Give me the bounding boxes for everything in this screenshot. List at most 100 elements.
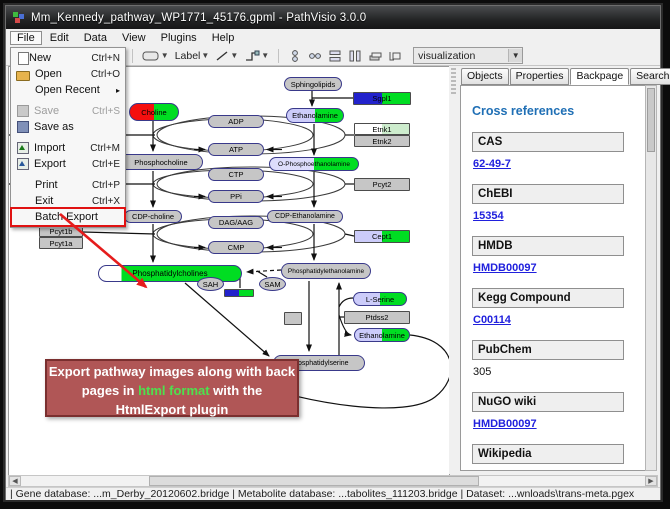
bring-forward-icon	[388, 50, 402, 62]
file-menu-item-new[interactable]: NewCtrl+N	[12, 50, 124, 66]
crossref-value: HMDB00097	[473, 418, 645, 430]
pathway-node-sgpl1[interactable]: Sgpl1	[353, 92, 411, 105]
pathway-node-gene-box[interactable]	[224, 289, 254, 297]
align-center-icon	[288, 49, 302, 63]
pathway-node-cmp[interactable]: CMP	[208, 241, 264, 254]
menu-file[interactable]: File	[10, 31, 42, 45]
submenu-arrow-icon: ▸	[116, 86, 120, 95]
crossref-value: 305	[473, 366, 645, 378]
file-menu-item-import[interactable]: ImportCtrl+M	[12, 140, 124, 156]
send-backward-button[interactable]	[366, 48, 384, 64]
menu-edit[interactable]: Edit	[43, 31, 76, 45]
crossref-link-hmdb00097[interactable]: HMDB00097	[473, 418, 537, 430]
crossref-link-15354[interactable]: 15354	[473, 210, 504, 222]
backpage-panel: Cross references CAS62-49-7ChEBI15354HMD…	[460, 85, 646, 471]
pathway-node-cdp-choline[interactable]: CDP-choline	[124, 210, 182, 223]
menu-view[interactable]: View	[115, 31, 153, 45]
crossref-header-nugo-wiki: NuGO wiki	[472, 392, 624, 412]
pathway-node-ethanolamine[interactable]: Ethanolamine	[354, 328, 410, 342]
file-menu-item-save[interactable]: SaveCtrl+S	[12, 103, 124, 119]
new-label-button[interactable]: Label ▼	[173, 48, 212, 64]
menu-item-label: Open	[35, 68, 85, 80]
menu-plugins[interactable]: Plugins	[154, 31, 204, 45]
tab-search[interactable]: Search	[630, 68, 670, 85]
pathway-node-etnk1[interactable]: Etnk1	[354, 123, 410, 135]
pathway-node-sphingolipids[interactable]: Sphingolipids	[284, 77, 342, 91]
scroll-left-icon[interactable]: ◀	[9, 476, 21, 486]
menu-help[interactable]: Help	[205, 31, 242, 45]
file-menu-item-open[interactable]: Open Ctrl+O	[12, 66, 124, 82]
align-center-button[interactable]	[286, 48, 304, 64]
menu-item-shortcut: Ctrl+O	[91, 69, 120, 80]
panel-splitter[interactable]	[449, 66, 458, 474]
crossref-link-choline[interactable]: Choline	[473, 470, 513, 471]
side-panel-tabs: ObjectsPropertiesBackpageSearchLegend	[458, 66, 658, 85]
file-menu-item-print[interactable]: PrintCtrl+P	[12, 177, 124, 193]
tab-objects[interactable]: Objects	[461, 68, 509, 85]
pathway-node-sah[interactable]: SAH	[197, 277, 224, 291]
scroll-right-icon[interactable]: ▶	[645, 476, 657, 486]
tab-backpage[interactable]: Backpage	[570, 68, 629, 85]
horizontal-scrollbar[interactable]: ◀ ▶	[8, 475, 658, 487]
menu-item-shortcut: Ctrl+E	[92, 159, 120, 170]
pathvisio-window: Mm_Kennedy_pathway_WP1771_45176.gpml - P…	[5, 5, 661, 500]
pathway-node-pcyt2[interactable]: Pcyt2	[354, 178, 410, 191]
pathway-node-cdp-ethanolamine[interactable]: CDP-Ethanolamine	[267, 210, 343, 223]
tab-properties[interactable]: Properties	[510, 68, 570, 85]
pathway-node-ctp[interactable]: CTP	[208, 168, 264, 181]
pathway-node-ptdss2[interactable]: Ptdss2	[344, 311, 410, 324]
crossref-value: 15354	[473, 210, 645, 222]
line-icon	[215, 50, 229, 62]
distribute-vertical-button[interactable]	[326, 48, 344, 64]
pathway-node-ppi[interactable]: PPi	[208, 190, 264, 203]
pathway-node-pcyt1a[interactable]: Pcyt1a	[39, 237, 83, 249]
pathway-node-ethanolamine[interactable]: Ethanolamine	[286, 108, 344, 123]
crossref-value: C00114	[473, 314, 645, 326]
bring-forward-button[interactable]	[386, 48, 404, 64]
crossref-link-hmdb00097[interactable]: HMDB00097	[473, 262, 537, 274]
new-datanode-button[interactable]: ▼	[140, 48, 171, 64]
pathway-node-atp[interactable]: ATP	[208, 143, 264, 156]
app-icon	[12, 11, 25, 24]
save-floppy-icon	[17, 105, 29, 117]
pathway-node-phosphocholine[interactable]: Phosphocholine	[119, 154, 203, 170]
crossref-link-c00114[interactable]: C00114	[473, 314, 511, 326]
distribute-horizontal-button[interactable]	[346, 48, 364, 64]
chevron-down-icon: ▼	[201, 51, 209, 60]
file-menu-item-save-as[interactable]: Save as	[12, 119, 124, 135]
pathway-node-etnk2[interactable]: Etnk2	[354, 135, 410, 147]
sidebar-scrollbar[interactable]	[645, 85, 657, 471]
crossref-header-kegg-compound: Kegg Compound	[472, 288, 624, 308]
crossref-header-chebi: ChEBI	[472, 184, 624, 204]
menu-data[interactable]: Data	[77, 31, 114, 45]
pathway-node-l-serine[interactable]: L-Serine	[353, 292, 407, 306]
pathway-node-choline[interactable]: Choline	[129, 103, 179, 121]
file-menu-item-export[interactable]: ExportCtrl+E	[12, 156, 124, 172]
horizontal-scrollbar-thumb[interactable]	[149, 476, 479, 486]
export-arrow-icon	[17, 158, 29, 170]
pathway-node-cept1[interactable]: Cept1	[354, 230, 410, 243]
menu-item-label: Save	[34, 105, 86, 117]
file-menu-item-open-recent[interactable]: Open Recent▸	[12, 82, 124, 98]
datanode-icon	[142, 50, 160, 62]
crossref-link-62-49-7[interactable]: 62-49-7	[473, 158, 511, 170]
toolbar-separator	[278, 49, 279, 63]
pathway-node-sam[interactable]: SAM	[259, 277, 286, 291]
sidebar-scrollbar-thumb[interactable]	[647, 88, 655, 152]
crossref-value: HMDB00097	[473, 262, 645, 274]
pathway-node-gene-box[interactable]	[284, 312, 302, 325]
file-menu-item-exit[interactable]: ExitCtrl+X	[12, 193, 124, 209]
splitter-grip-icon[interactable]	[451, 68, 456, 94]
pathway-node-o-phosphoethanolamine[interactable]: O-Phosphoethanolamine	[269, 157, 359, 171]
visualization-combobox[interactable]: visualization ▼	[413, 47, 523, 64]
pathway-node-dag-aag[interactable]: DAG/AAG	[208, 216, 264, 229]
align-middle-button[interactable]	[306, 48, 324, 64]
save-as-floppy-icon	[17, 121, 29, 133]
title-bar[interactable]: Mm_Kennedy_pathway_WP1771_45176.gpml - P…	[6, 6, 660, 29]
new-line-button[interactable]: ▼	[213, 48, 240, 64]
pathway-node-phosphatidylethanolamine[interactable]: Phosphatidylethanolamine	[281, 263, 371, 279]
new-connector-button[interactable]: ▼	[242, 48, 271, 64]
file-menu-item-batch-export[interactable]: Batch Export	[12, 209, 124, 225]
chevron-down-icon[interactable]: ▼	[508, 49, 522, 62]
pathway-node-adp[interactable]: ADP	[208, 115, 264, 128]
